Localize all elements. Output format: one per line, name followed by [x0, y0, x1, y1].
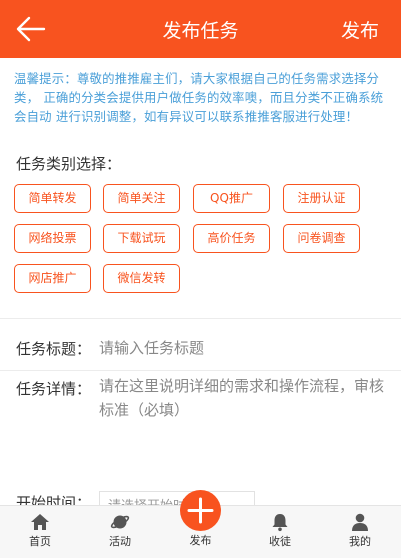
category-button[interactable]: 微信发转 [103, 264, 180, 293]
category-button[interactable]: 高价任务 [193, 224, 270, 253]
category-button[interactable]: 注册认证 [283, 184, 360, 213]
divider [0, 370, 401, 371]
tip-text: 温馨提示：尊敬的推推雇主们，请大家根据自己的任务需求选择分类， 正确的分类会提供… [14, 71, 384, 124]
category-label: 任务类别选择： [16, 155, 122, 173]
plus-icon [187, 497, 214, 524]
category-button[interactable]: 简单转发 [14, 184, 91, 213]
publish-fab[interactable] [180, 490, 221, 531]
category-button[interactable]: 简单关注 [103, 184, 180, 213]
tab-label: 首页 [29, 535, 51, 548]
user-icon [352, 513, 368, 531]
title-label: 任务标题： [16, 340, 92, 358]
tab-activity[interactable]: 活动 [80, 506, 160, 558]
tab-label: 收徒 [269, 535, 291, 548]
category-button[interactable]: 下载试玩 [103, 224, 180, 253]
tab-apprentice[interactable]: 收徒 [240, 506, 320, 558]
category-button[interactable]: 问卷调查 [283, 224, 360, 253]
category-button[interactable]: 网络投票 [14, 224, 91, 253]
divider [0, 318, 401, 319]
title-input[interactable] [99, 337, 393, 359]
tab-label: 我的 [349, 535, 371, 548]
tab-mine[interactable]: 我的 [320, 506, 400, 558]
arrow-left-icon [16, 16, 46, 42]
tab-label: 活动 [109, 535, 131, 548]
detail-label: 任务详情： [16, 380, 92, 398]
publish-button[interactable]: 发布 [341, 16, 379, 43]
category-button[interactable]: 网店推广 [14, 264, 91, 293]
planet-icon [110, 515, 130, 529]
bell-icon [272, 514, 288, 532]
tab-home[interactable]: 首页 [0, 506, 80, 558]
category-button[interactable]: QQ推广 [193, 184, 270, 213]
detail-textarea[interactable] [99, 374, 393, 430]
back-button[interactable] [14, 13, 48, 45]
home-icon [31, 514, 49, 530]
app-header: 发布任务 发布 [0, 0, 401, 58]
